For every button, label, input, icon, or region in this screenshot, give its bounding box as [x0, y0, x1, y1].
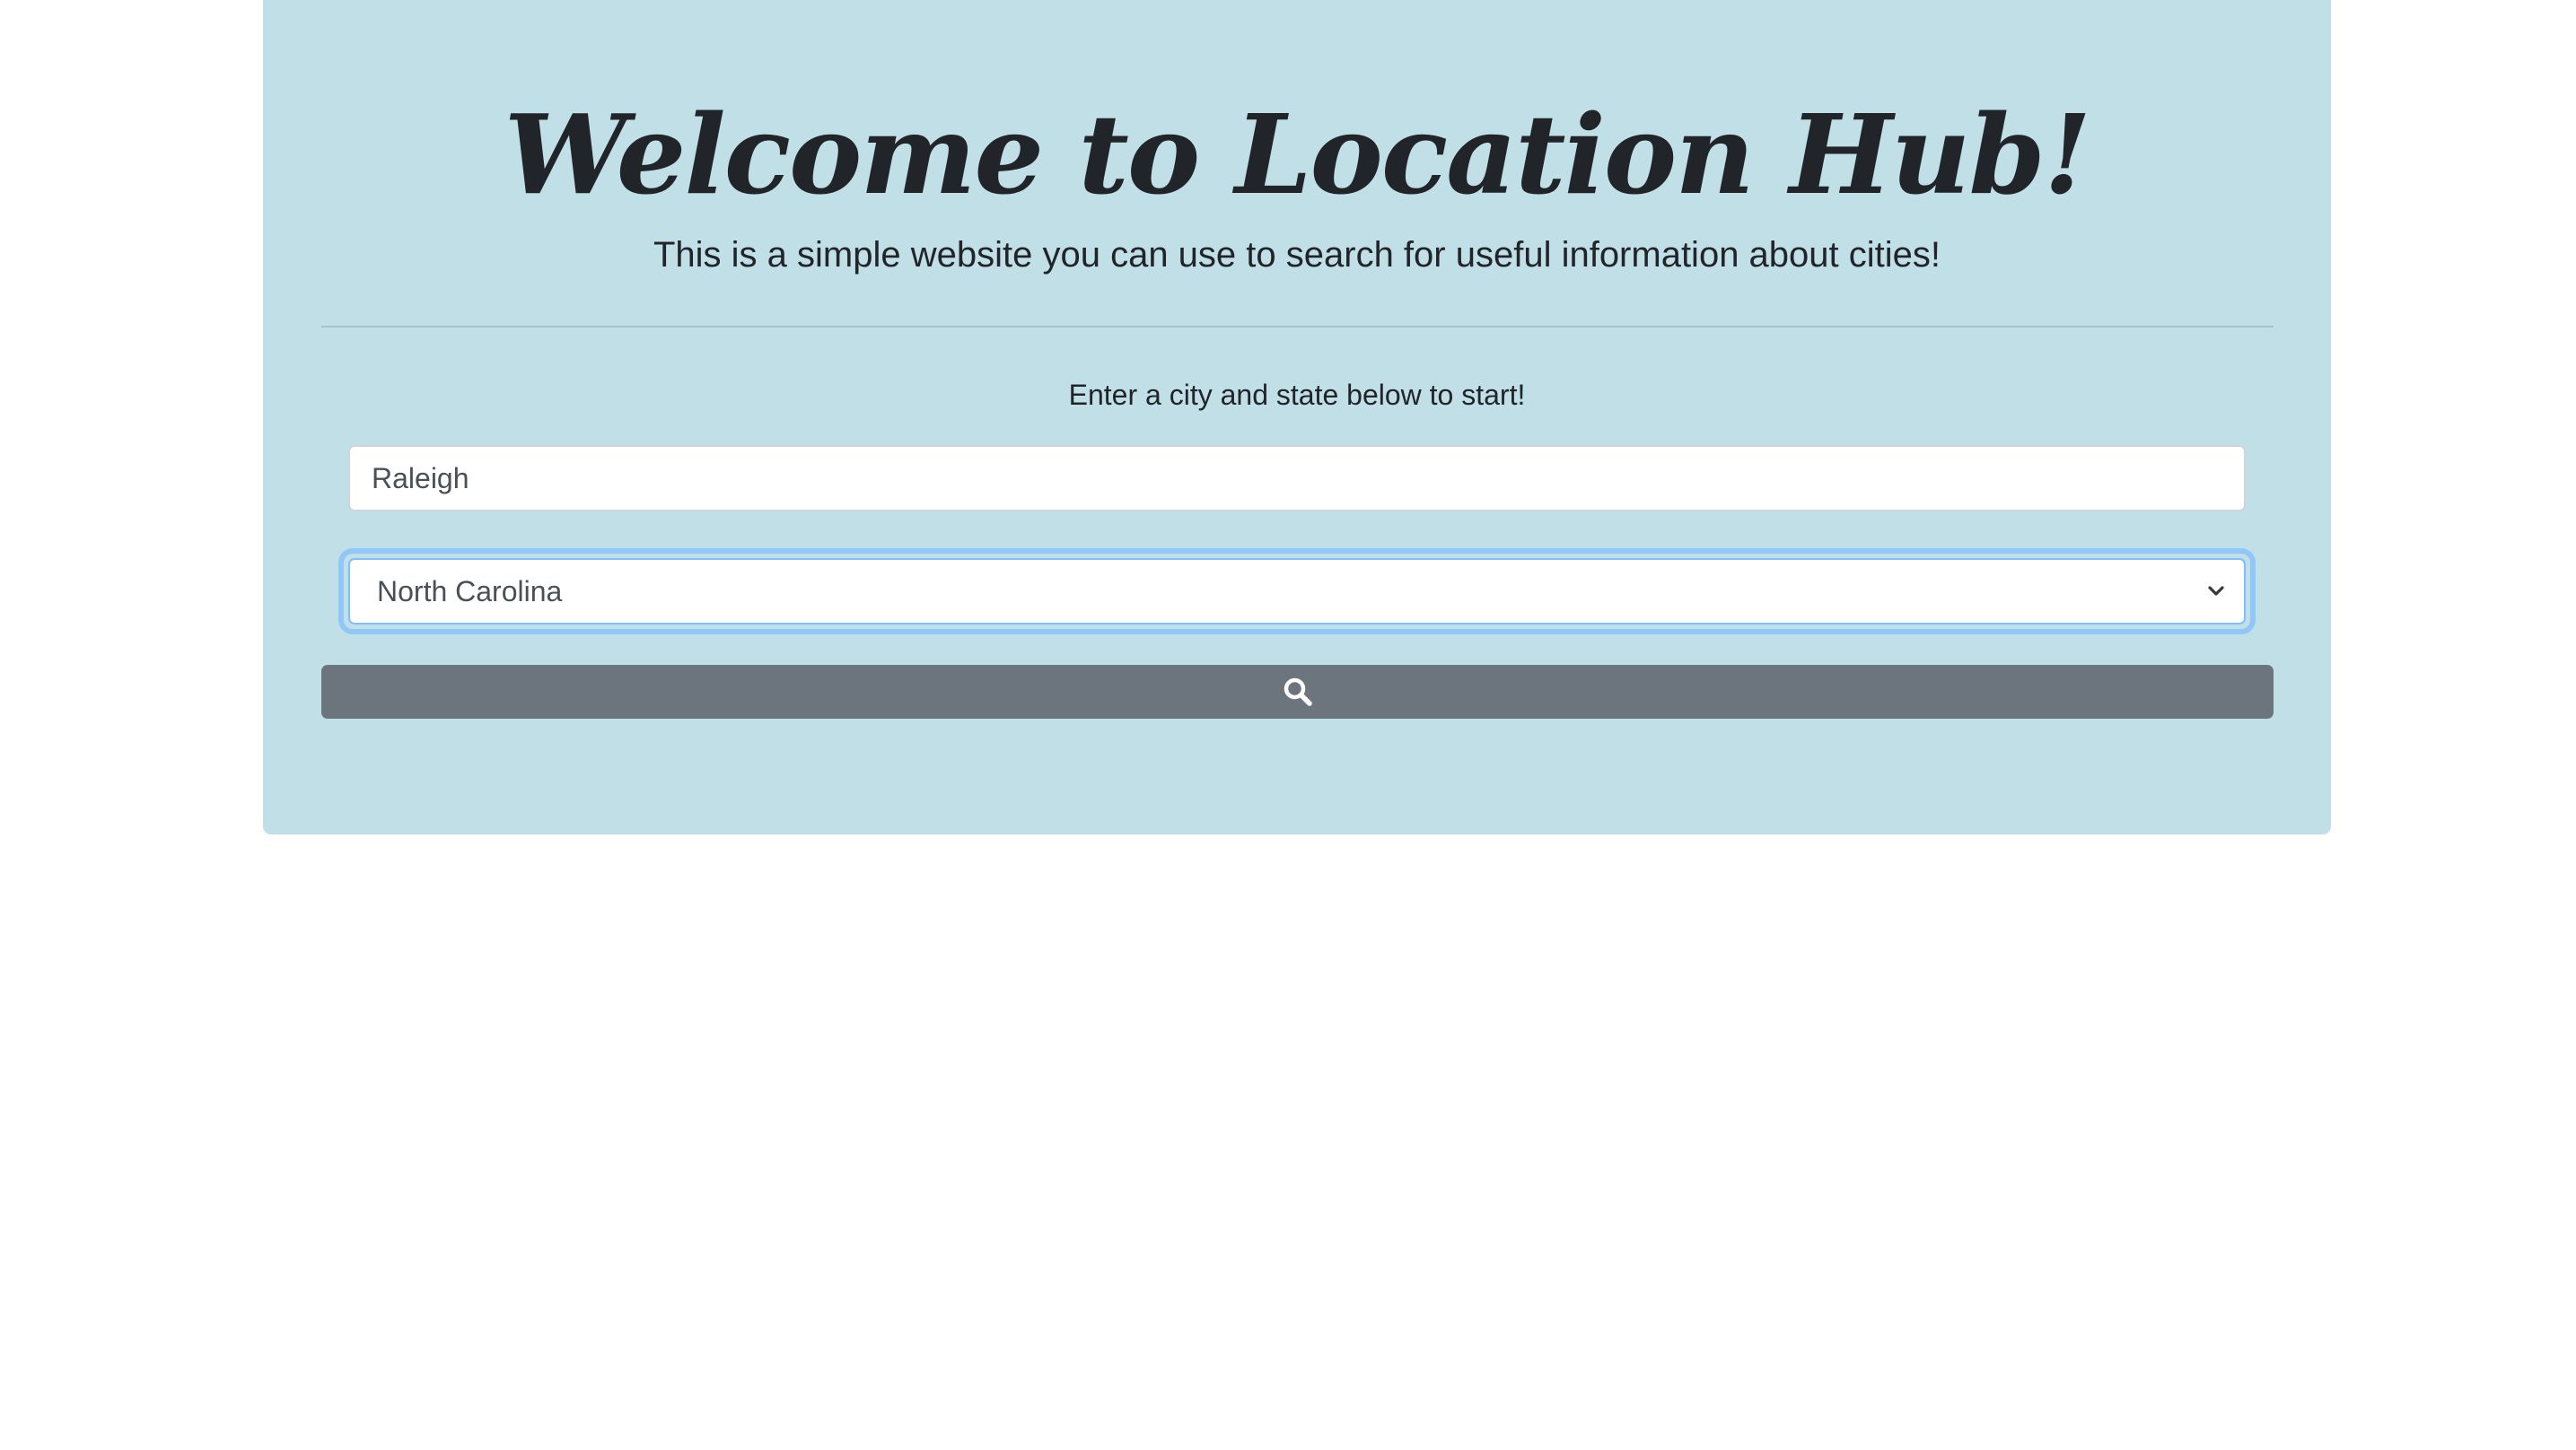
search-button[interactable] [321, 665, 2274, 719]
page-subtitle: This is a simple website you can use to … [653, 235, 1941, 275]
hero-panel: Welcome to Location Hub! This is a simpl… [263, 0, 2331, 834]
divider [321, 326, 2274, 328]
state-select-value: North Carolina [377, 574, 563, 607]
state-select[interactable]: North Carolina [348, 558, 2246, 625]
page-title: Welcome to Location Hub! [504, 90, 2092, 219]
city-input[interactable] [348, 445, 2246, 511]
state-select-focus-ring: North Carolina [344, 554, 2250, 629]
chevron-down-icon [2208, 586, 2224, 596]
search-icon [1284, 677, 1312, 706]
search-prompt: Enter a city and state below to start! [1068, 379, 1526, 411]
